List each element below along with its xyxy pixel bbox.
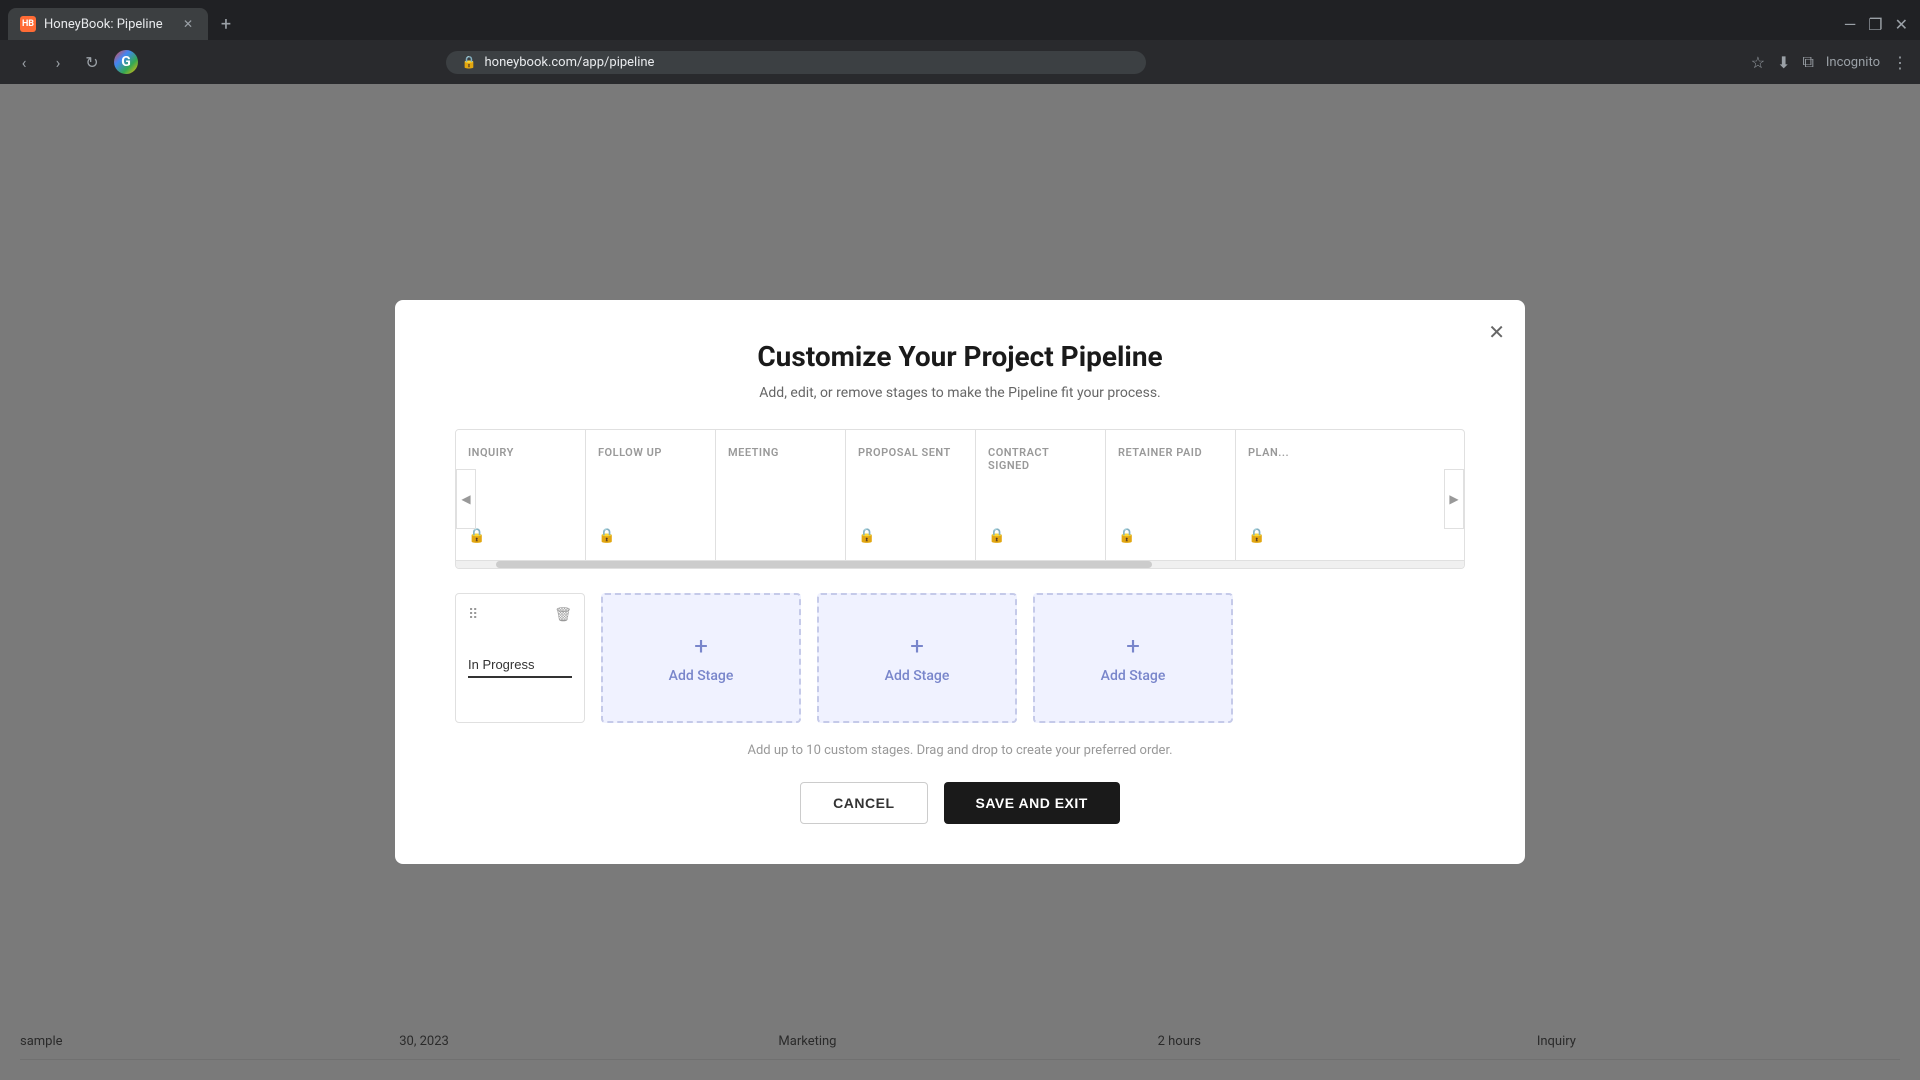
stages-list: INQUIRY 🔒 FOLLOW UP 🔒 MEETING PROPOSAL S… [456, 430, 1464, 560]
strip-scroll-right-button[interactable]: ▶ [1444, 469, 1464, 529]
modal-title: Customize Your Project Pipeline [455, 340, 1465, 373]
helper-text: Add up to 10 custom stages. Drag and dro… [455, 743, 1465, 758]
tab-favicon: HB [20, 16, 36, 32]
add-stage-label-1: Add Stage [669, 668, 734, 684]
drag-handle-icon[interactable]: ⠿ [468, 607, 478, 623]
add-stage-button-2[interactable]: + Add Stage [817, 593, 1017, 723]
tab-title: HoneyBook: Pipeline [44, 17, 163, 32]
modal-overlay: ✕ Customize Your Project Pipeline Add, e… [0, 84, 1920, 1080]
browser-tab[interactable]: HB HoneyBook: Pipeline ✕ [8, 8, 208, 40]
minimize-button[interactable]: — [1844, 15, 1857, 34]
window-close-button[interactable]: ✕ [1895, 15, 1908, 34]
download-button[interactable]: ⬇ [1777, 53, 1790, 72]
pipeline-stage-card: PLAN... 🔒 [1236, 430, 1366, 560]
custom-stages-section: ⠿ 🗑 + Add Stage + Add Stage + Add Stage [455, 593, 1465, 723]
stage-lock-icon: 🔒 [988, 528, 1093, 544]
stage-name-label: RETAINER PAID [1118, 446, 1223, 459]
maximize-button[interactable]: ❐ [1868, 15, 1882, 34]
stage-name-input[interactable] [468, 653, 572, 678]
save-and-exit-button[interactable]: SAVE AND EXIT [944, 782, 1120, 824]
add-stage-plus-icon-3: + [1126, 632, 1140, 660]
strip-scrollbar-thumb [496, 561, 1151, 568]
tab-close-button[interactable]: ✕ [180, 16, 196, 32]
pipeline-stages-strip: ◀ INQUIRY 🔒 FOLLOW UP 🔒 MEETING PROPOSAL… [455, 429, 1465, 569]
stage-lock-icon: 🔒 [598, 528, 703, 544]
add-stage-button-1[interactable]: + Add Stage [601, 593, 801, 723]
bookmark-button[interactable]: ☆ [1751, 53, 1765, 72]
strip-scroll-left-button[interactable]: ◀ [456, 469, 476, 529]
cancel-button[interactable]: CANCEL [800, 782, 927, 824]
stage-name-label: PROPOSAL SENT [858, 446, 963, 459]
pipeline-stage-card: RETAINER PAID 🔒 [1106, 430, 1236, 560]
stage-name-label: INQUIRY [468, 446, 573, 459]
stage-name-label: FOLLOW UP [598, 446, 703, 459]
incognito-label: Incognito [1826, 55, 1880, 70]
new-tab-button[interactable]: + [212, 10, 240, 38]
modal-close-button[interactable]: ✕ [1488, 320, 1505, 345]
extensions-button[interactable]: ⧉ [1802, 52, 1813, 72]
url-text: honeybook.com/app/pipeline [485, 55, 655, 70]
refresh-button[interactable]: ↻ [80, 50, 104, 74]
stage-name-label: MEETING [728, 446, 833, 459]
stage-name-label: CONTRACT SIGNED [988, 446, 1093, 472]
stage-lock-icon: 🔒 [858, 528, 963, 544]
add-stage-button-3[interactable]: + Add Stage [1033, 593, 1233, 723]
strip-scrollbar[interactable] [456, 560, 1464, 568]
delete-stage-button[interactable]: 🗑 [554, 606, 572, 623]
add-stage-label-3: Add Stage [1101, 668, 1166, 684]
stage-lock-icon: 🔒 [468, 528, 573, 544]
modal-actions: CANCEL SAVE AND EXIT [455, 782, 1465, 824]
ssl-lock-icon: 🔒 [462, 55, 477, 69]
forward-button[interactable]: › [46, 50, 70, 74]
add-stage-plus-icon-1: + [694, 632, 708, 660]
customize-pipeline-modal: ✕ Customize Your Project Pipeline Add, e… [395, 300, 1525, 864]
pipeline-stage-card: FOLLOW UP 🔒 [586, 430, 716, 560]
stage-edit-card: ⠿ 🗑 [455, 593, 585, 723]
add-stage-label-2: Add Stage [885, 668, 950, 684]
modal-subtitle: Add, edit, or remove stages to make the … [455, 385, 1465, 401]
google-icon[interactable]: G [114, 50, 138, 74]
pipeline-stage-card: CONTRACT SIGNED 🔒 [976, 430, 1106, 560]
stage-lock-icon: 🔒 [1118, 528, 1223, 544]
pipeline-stage-card: PROPOSAL SENT 🔒 [846, 430, 976, 560]
back-button[interactable]: ‹ [12, 50, 36, 74]
stage-lock-icon: 🔒 [1248, 528, 1354, 544]
add-stage-plus-icon-2: + [910, 632, 924, 660]
pipeline-stage-card: MEETING [716, 430, 846, 560]
address-bar[interactable]: 🔒 honeybook.com/app/pipeline [446, 51, 1146, 74]
stage-name-label: PLAN... [1248, 446, 1354, 459]
menu-button[interactable]: ⋮ [1892, 53, 1908, 72]
